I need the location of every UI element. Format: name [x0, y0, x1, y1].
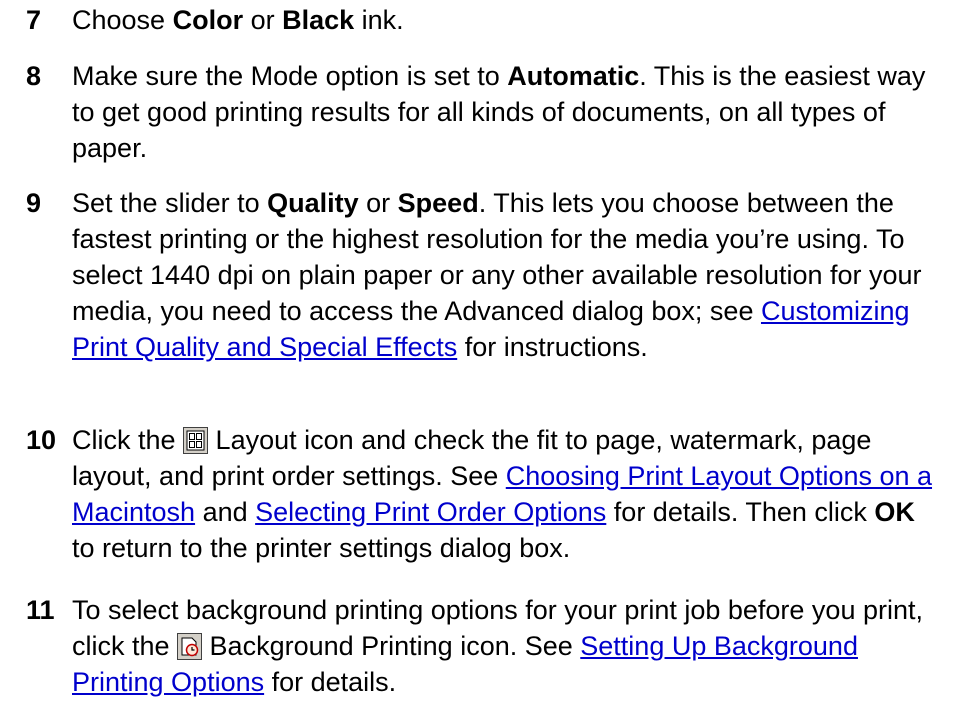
- body-text: Background Printing icon. See: [202, 631, 581, 661]
- step-number: 11: [26, 595, 55, 625]
- bold-term: Automatic: [507, 61, 640, 91]
- cross-reference-link[interactable]: Selecting Print Order Options: [255, 497, 606, 527]
- step-11: 11 To select background printing options…: [26, 592, 936, 700]
- body-text: and: [195, 497, 256, 527]
- body-text: Choose: [72, 5, 173, 35]
- step-10: 10 Click the Layout icon and check the f…: [26, 422, 936, 566]
- body-text: for instructions.: [457, 332, 648, 362]
- bold-term: Quality: [267, 188, 359, 218]
- body-text: for details.: [264, 667, 397, 697]
- step-number: 7: [26, 5, 42, 35]
- step-number: 8: [26, 61, 42, 91]
- background-printing-icon: [177, 633, 203, 660]
- step-text: To select background printing options fo…: [72, 592, 936, 700]
- bold-term: Black: [282, 5, 355, 35]
- step-text: Choose Color or Black ink.: [72, 2, 936, 38]
- bold-term: OK: [874, 497, 915, 527]
- step-text: Click the Layout icon and check the fit …: [72, 422, 936, 566]
- body-text: ink.: [354, 5, 404, 35]
- body-text: Make sure the Mode option is set to: [72, 61, 508, 91]
- step-text: Make sure the Mode option is set to Auto…: [72, 58, 936, 166]
- step-number: 9: [26, 188, 42, 218]
- step-text: Set the slider to Quality or Speed. This…: [72, 185, 936, 365]
- body-text: or: [358, 188, 398, 218]
- step-9: 9 Set the slider to Quality or Speed. Th…: [26, 185, 936, 365]
- layout-icon: [183, 427, 209, 454]
- bold-term: Speed: [397, 188, 479, 218]
- body-text: or: [243, 5, 283, 35]
- step-7: 7 Choose Color or Black ink.: [26, 2, 936, 38]
- document-page: 7 Choose Color or Black ink. 8 Make sure…: [0, 0, 958, 726]
- bold-term: Color: [172, 5, 244, 35]
- body-text: Set the slider to: [72, 188, 268, 218]
- body-text: Click the: [72, 425, 184, 455]
- body-text: to return to the printer settings dialog…: [72, 533, 571, 563]
- step-8: 8 Make sure the Mode option is set to Au…: [26, 58, 936, 166]
- body-text: for details. Then click: [606, 497, 875, 527]
- step-number: 10: [26, 425, 57, 455]
